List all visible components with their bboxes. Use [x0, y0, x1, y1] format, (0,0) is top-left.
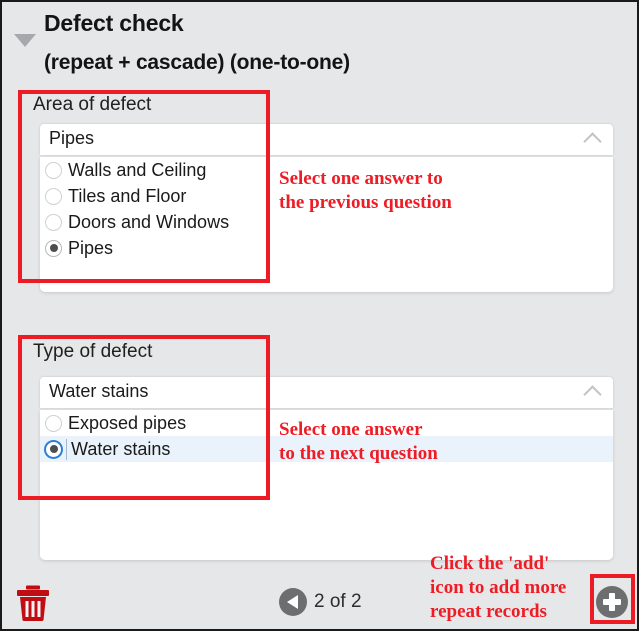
triangle-down-icon[interactable]: [14, 34, 36, 47]
annotation-next-question: Select one answer to the next question: [279, 419, 438, 464]
triangle-left-icon[interactable]: [279, 588, 307, 616]
radio-option-pipes[interactable]: Pipes: [40, 235, 613, 261]
question-area-of-defect: Area of defect Pipes Walls and Ceiling T…: [2, 84, 637, 320]
page-subtitle: (repeat + cascade) (one-to-one): [44, 51, 350, 74]
radio-option-label: Water stains: [66, 438, 170, 460]
chevron-up-icon[interactable]: [583, 132, 602, 151]
radio-icon[interactable]: [45, 414, 62, 432]
form-preview-window: Defect check (repeat + cascade) (one-to-…: [0, 0, 639, 631]
question-label: Type of defect: [33, 341, 153, 362]
page-title: Defect check: [44, 10, 184, 36]
radio-option-label: Exposed pipes: [68, 412, 187, 433]
radio-option-label: Walls and Ceiling: [68, 159, 207, 180]
radio-icon-checked[interactable]: [45, 440, 62, 458]
radio-icon-checked[interactable]: [45, 239, 62, 257]
repeat-pager: 2 of 2: [279, 588, 362, 616]
radio-icon[interactable]: [45, 187, 62, 205]
annotation-previous-question: Select one answer to the previous questi…: [279, 168, 452, 213]
dropdown-area-of-defect[interactable]: Pipes: [40, 124, 613, 155]
radio-option-label: Tiles and Floor: [68, 185, 187, 206]
radio-option-label: Doors and Windows: [68, 211, 230, 232]
radio-icon[interactable]: [45, 213, 62, 231]
question-label: Area of defect: [33, 94, 152, 115]
plus-icon[interactable]: [596, 586, 628, 618]
dropdown-selected-value: Pipes: [49, 128, 95, 148]
group-header: Defect check (repeat + cascade) (one-to-…: [2, 2, 637, 84]
question-type-of-defect: Type of defect Water stains Exposed pipe…: [2, 332, 637, 575]
annotation-add-icon: Click the 'add' icon to add more repeat …: [430, 553, 567, 622]
radio-icon[interactable]: [45, 161, 62, 179]
radio-option-label: Pipes: [68, 237, 114, 258]
dropdown-selected-value: Water stains: [49, 381, 149, 401]
dropdown-type-of-defect[interactable]: Water stains: [40, 377, 613, 408]
chevron-up-icon[interactable]: [583, 385, 602, 404]
trash-icon[interactable]: [16, 585, 50, 621]
pager-count-label: 2 of 2: [314, 591, 362, 612]
